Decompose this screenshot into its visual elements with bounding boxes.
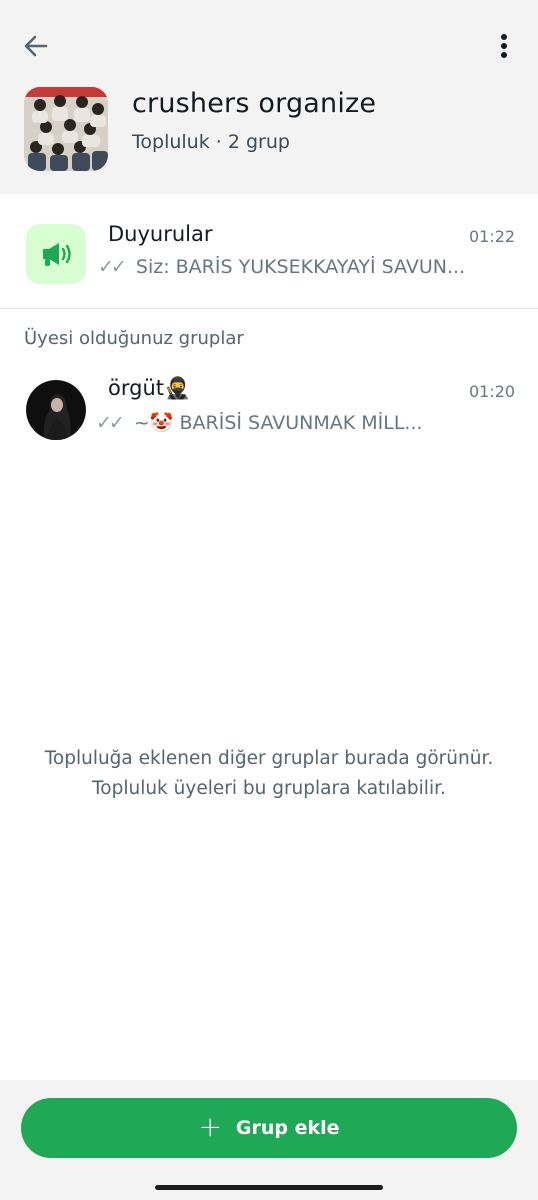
section-divider [0,308,538,309]
announcements-time: 01:22 [469,227,516,246]
community-avatar[interactable] [24,87,108,171]
more-vertical-icon [501,34,507,58]
group-time: 01:20 [469,382,516,401]
bottom-bar: + Grup ekle [0,1080,538,1200]
group-title: örgüt🥷 [108,376,191,400]
community-subtitle: Topluluk · 2 grup [132,131,290,153]
announcements-message-text: Siz: BARİS YUKSEKKAYAYİ SAVUN... [135,256,466,278]
group-last-message: ✓✓ ~🤡 BARİSİ SAVUNMAK MİLL... [96,411,476,434]
double-check-icon: ✓✓ [98,256,127,278]
group-message-text: ~🤡 BARİSİ SAVUNMAK MİLL... [133,412,423,434]
group-photo-image [26,380,86,440]
add-group-label: Grup ekle [235,1117,340,1139]
add-group-button[interactable]: + Grup ekle [21,1098,517,1158]
community-title: crushers organize [132,88,377,119]
megaphone-icon [43,243,71,266]
group-row[interactable]: örgüt🥷 01:20 ✓✓ ~🤡 BARİSİ SAVUNMAK MİLL.… [0,364,538,460]
empty-state-line-2: Topluluk üyeleri bu gruplara katılabilir… [92,778,446,799]
back-button[interactable] [20,30,52,62]
empty-state-text: Topluluğa eklenen diğer gruplar burada g… [0,744,538,804]
more-options-button[interactable] [492,30,516,62]
community-header: crushers organize Topluluk · 2 grup [0,0,538,194]
arrow-left-icon [24,35,48,57]
section-label-member-groups: Üyesi olduğunuz gruplar [24,328,244,349]
plus-icon: + [198,1109,222,1143]
group-photo-image [24,87,108,171]
community-screen: crushers organize Topluluk · 2 grup Duyu… [0,0,538,1200]
empty-state-line-1: Topluluğa eklenen diğer gruplar burada g… [44,748,494,769]
double-check-icon: ✓✓ [96,412,125,434]
announcements-last-message: ✓✓ Siz: BARİS YUKSEKKAYAYİ SAVUN... [98,256,508,278]
group-avatar[interactable] [26,380,86,440]
announcements-icon-box [26,224,86,284]
announcements-title: Duyurular [108,222,213,246]
announcements-row[interactable]: Duyurular 01:22 ✓✓ Siz: BARİS YUKSEKKAYA… [0,196,538,308]
home-indicator[interactable] [155,1185,383,1190]
